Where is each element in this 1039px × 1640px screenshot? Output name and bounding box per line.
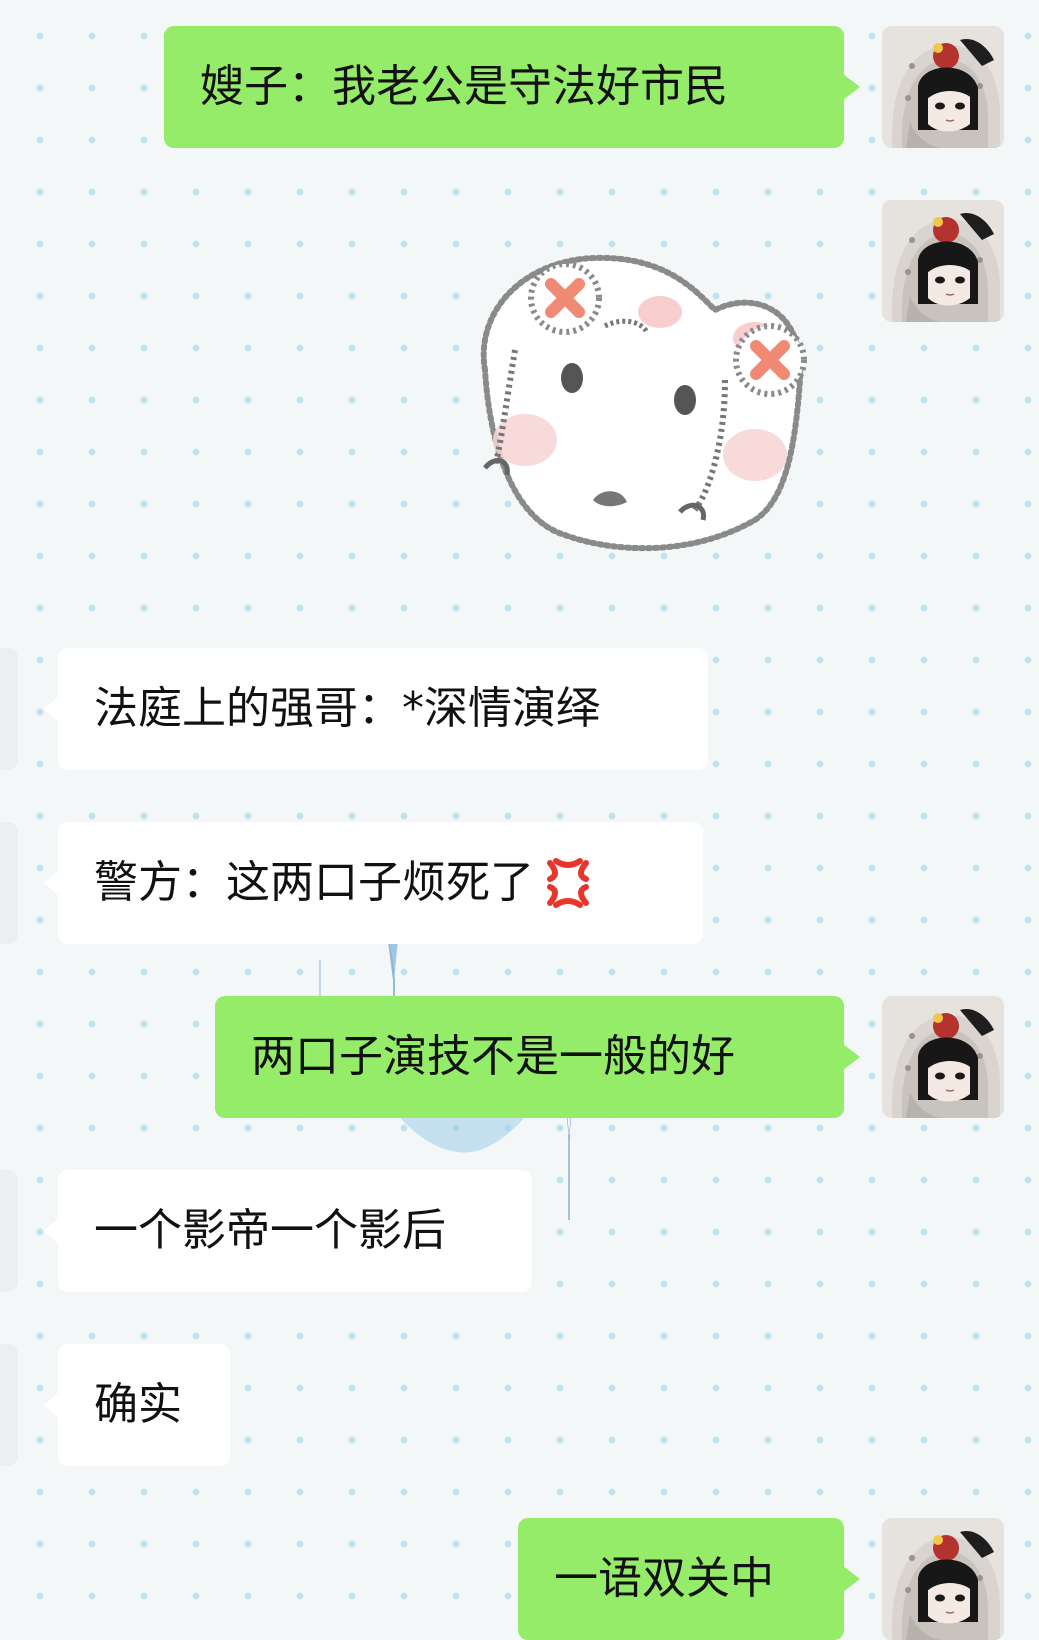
message-bubble-outgoing[interactable]: 两口子演技不是一般的好 — [215, 996, 860, 1118]
contact-avatar[interactable] — [0, 1170, 18, 1292]
message-text: 法庭上的强哥：*深情演绎 — [94, 683, 600, 734]
message-text: 一语双关中 — [554, 1553, 774, 1604]
self-avatar[interactable] — [882, 26, 1004, 148]
message-bubble-incoming[interactable]: 确实 — [43, 1344, 230, 1466]
self-avatar[interactable] — [882, 200, 1004, 322]
self-avatar[interactable] — [882, 996, 1004, 1118]
anger-symbol-emoji — [542, 857, 594, 909]
message-text: 一个影帝一个影后 — [94, 1205, 446, 1256]
message-text: 警方：这两口子烦死了 — [94, 857, 534, 908]
contact-avatar[interactable] — [0, 1344, 18, 1466]
message-text: 确实 — [94, 1379, 182, 1430]
message-bubble-incoming[interactable]: 一个影帝一个影后 — [43, 1170, 532, 1292]
angry-bunny-sticker[interactable] — [455, 250, 835, 570]
message-bubble-incoming[interactable]: 法庭上的强哥：*深情演绎 — [43, 648, 708, 770]
chat-area[interactable]: 嫂子：我老公是守法好市民 法庭上的强哥：*深情演绎 警方：这两口子烦死了 两口子… — [0, 0, 1039, 1640]
message-text: 嫂子：我老公是守法好市民 — [200, 61, 728, 112]
self-avatar[interactable] — [882, 1518, 1004, 1640]
message-bubble-incoming[interactable]: 警方：这两口子烦死了 — [43, 822, 703, 944]
contact-avatar[interactable] — [0, 822, 18, 944]
message-bubble-outgoing[interactable]: 一语双关中 — [518, 1518, 860, 1640]
contact-avatar[interactable] — [0, 648, 18, 770]
message-bubble-outgoing[interactable]: 嫂子：我老公是守法好市民 — [164, 26, 860, 148]
message-text: 两口子演技不是一般的好 — [251, 1031, 735, 1082]
